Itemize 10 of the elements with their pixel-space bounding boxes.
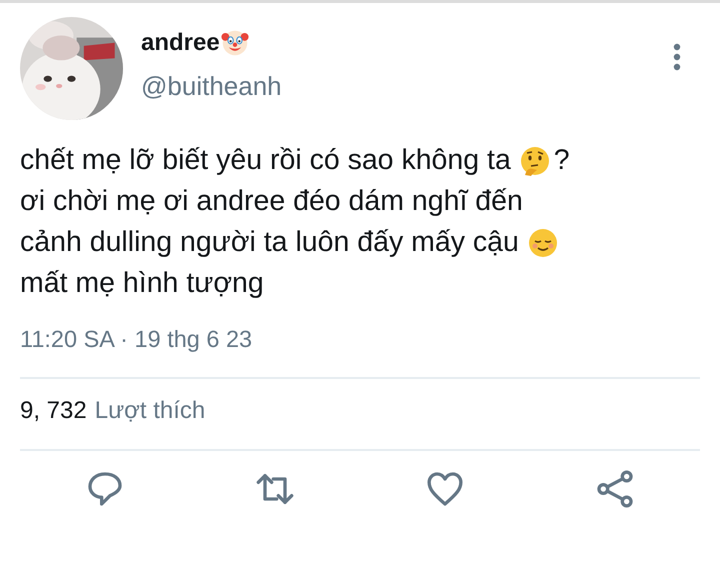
tweet-text: chết mẹ lỡ biết yêu rồi có sao không ta bbox=[20, 143, 511, 178]
tweet-text: cảnh dulling người ta luôn đấy mấy cậu bbox=[20, 225, 519, 260]
tweet-text: ? bbox=[554, 143, 570, 178]
display-name: andree bbox=[141, 29, 220, 57]
timestamp: 11:20 SA · 19 thg 6 23 bbox=[20, 326, 252, 352]
tweet-text: mất mẹ hình tượng bbox=[20, 266, 264, 301]
like-count: 9, 732 bbox=[20, 397, 87, 425]
likes-label[interactable]: Lượt thích bbox=[94, 397, 206, 425]
tweet-text: ơi chời mẹ ơi andree đéo dám nghĩ đến bbox=[20, 184, 523, 219]
username: @buitheanh bbox=[141, 71, 283, 102]
